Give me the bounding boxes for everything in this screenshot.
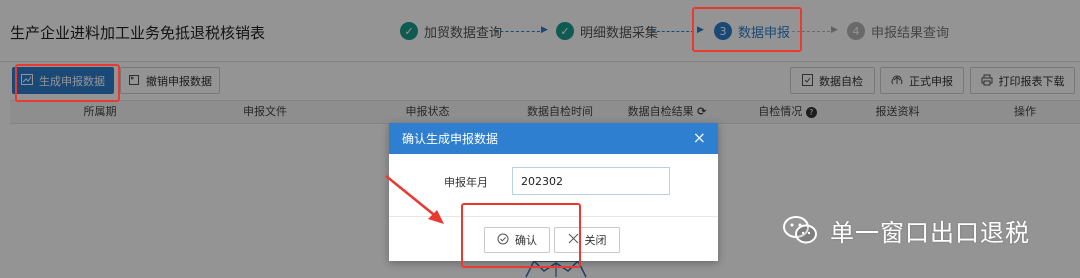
annotation-highlight-confirm bbox=[461, 203, 581, 268]
declare-month-input[interactable] bbox=[512, 167, 670, 195]
annotation-highlight-generate bbox=[15, 64, 120, 102]
wechat-icon bbox=[783, 216, 817, 244]
declare-month-label: 申报年月 bbox=[444, 176, 488, 189]
button-label: 关闭 bbox=[584, 234, 607, 247]
annotation-arrow-icon bbox=[385, 175, 444, 224]
dialog-title: 确认生成申报数据 bbox=[402, 132, 499, 146]
annotation-highlight-step bbox=[692, 7, 802, 52]
watermark: 单一窗口出口退税 bbox=[782, 210, 1030, 250]
dialog-header: 确认生成申报数据 × bbox=[389, 123, 718, 154]
watermark-text: 单一窗口出口退税 bbox=[830, 218, 1030, 247]
close-icon[interactable]: × bbox=[693, 129, 706, 147]
